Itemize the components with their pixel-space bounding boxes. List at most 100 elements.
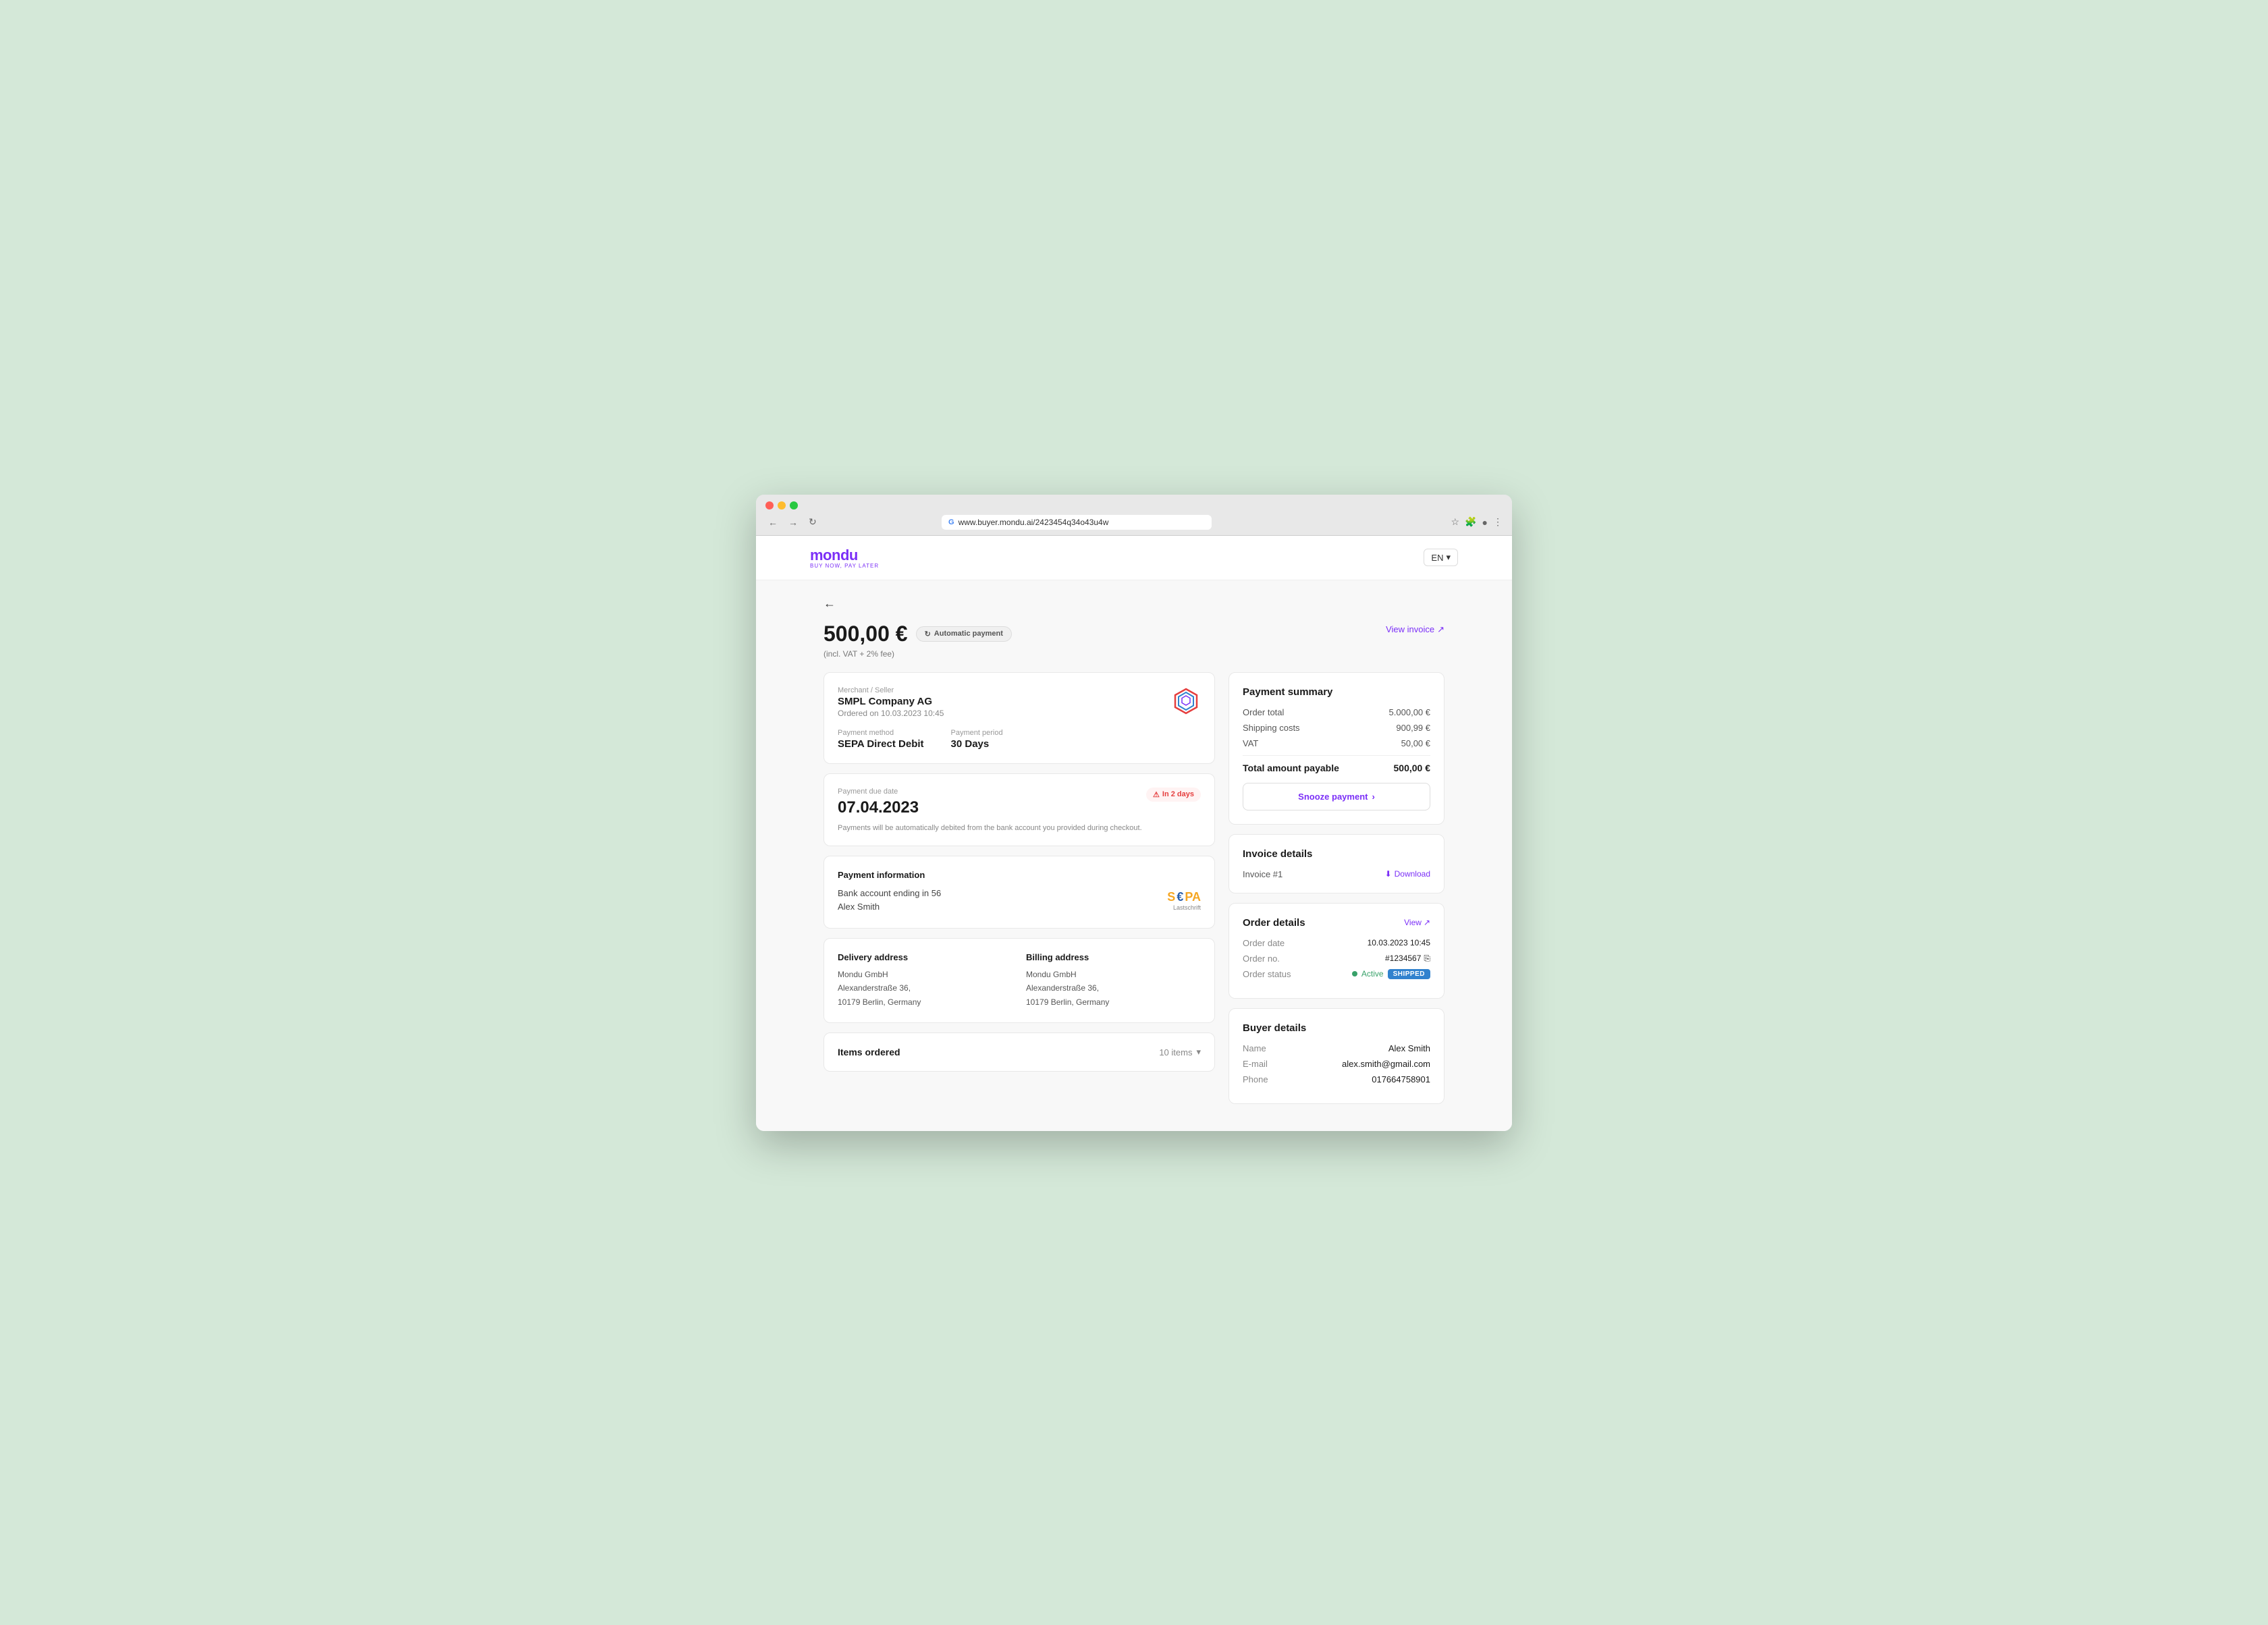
- logo-tagline: BUY NOW, PAY LATER: [810, 563, 879, 569]
- back-button[interactable]: ←: [765, 516, 780, 529]
- order-total-label: Order total: [1243, 707, 1284, 717]
- order-date-label: Order date: [1243, 938, 1285, 948]
- page-content: mondu BUY NOW, PAY LATER EN ▾ ← 500,00 €…: [756, 536, 1512, 1131]
- view-order-link[interactable]: View ↗: [1404, 918, 1430, 927]
- due-note: Payments will be automatically debited f…: [838, 824, 1201, 832]
- buyer-email-row: E-mail alex.smith@gmail.com: [1243, 1059, 1430, 1069]
- menu-icon[interactable]: ⋮: [1493, 516, 1503, 528]
- order-date-row: Order date 10.03.2023 10:45: [1243, 938, 1430, 948]
- profile-icon[interactable]: ●: [1482, 517, 1488, 528]
- delivery-billing-row: Delivery address Mondu GmbHAlexanderstra…: [838, 952, 1201, 1009]
- dot-yellow[interactable]: [778, 501, 786, 509]
- auto-payment-icon: ↻: [925, 630, 931, 638]
- active-label: Active: [1361, 969, 1384, 979]
- sepa-sub: Lastschrift: [1167, 904, 1201, 911]
- site-header: mondu BUY NOW, PAY LATER EN ▾: [756, 536, 1512, 580]
- payment-info-row: Bank account ending in 56 Alex Smith S €…: [838, 887, 1201, 915]
- buyer-name-label: Name: [1243, 1043, 1266, 1053]
- billing-label: Billing address: [1026, 952, 1201, 962]
- bank-info: Bank account ending in 56 Alex Smith: [838, 887, 941, 915]
- download-icon: ⬇: [1385, 869, 1392, 879]
- delivery-text: Mondu GmbHAlexanderstraße 36,10179 Berli…: [838, 968, 1013, 1009]
- due-date: 07.04.2023: [838, 798, 919, 817]
- amount-display: 500,00 € ↻ Automatic payment: [824, 622, 1012, 646]
- buyer-phone-row: Phone 017664758901: [1243, 1074, 1430, 1084]
- buyer-name-value: Alex Smith: [1388, 1043, 1430, 1053]
- download-button[interactable]: ⬇ Download: [1385, 869, 1430, 879]
- download-label: Download: [1395, 869, 1430, 879]
- auto-payment-badge: ↻ Automatic payment: [916, 626, 1012, 642]
- payment-method-row: Payment method SEPA Direct Debit Payment…: [838, 729, 1003, 750]
- merchant-card: Merchant / Seller SMPL Company AG Ordere…: [824, 672, 1215, 764]
- order-date-value: 10.03.2023 10:45: [1368, 938, 1430, 947]
- view-label: View: [1404, 918, 1422, 927]
- order-date: Ordered on 10.03.2023 10:45: [838, 709, 1003, 718]
- status-row: Active SHIPPED: [1352, 969, 1430, 979]
- right-col: Payment summary Order total 5.000,00 € S…: [1228, 672, 1444, 1104]
- items-card[interactable]: Items ordered 10 items ▾: [824, 1032, 1215, 1072]
- order-details-title: Order details: [1243, 917, 1305, 929]
- logo-text: mondu: [810, 547, 879, 564]
- buyer-email-value: alex.smith@gmail.com: [1342, 1059, 1430, 1069]
- sepa-s: S: [1167, 890, 1175, 904]
- items-count: 10 items ▾: [1159, 1047, 1201, 1057]
- total-row: Total amount payable 500,00 €: [1243, 763, 1430, 773]
- billing-address: Billing address Mondu GmbHAlexanderstraß…: [1026, 952, 1201, 1009]
- amount-note: (incl. VAT + 2% fee): [824, 649, 1012, 659]
- payment-info-card: Payment information Bank account ending …: [824, 856, 1215, 929]
- url-text: www.buyer.mondu.ai/2423454q34o43u4w: [959, 518, 1109, 527]
- merchant-info: Merchant / Seller SMPL Company AG Ordere…: [838, 686, 1003, 750]
- payment-info-title: Payment information: [838, 870, 1201, 880]
- address-bar[interactable]: G www.buyer.mondu.ai/2423454q34o43u4w: [942, 515, 1212, 530]
- due-badge: ⚠ In 2 days: [1146, 788, 1201, 802]
- copy-icon[interactable]: ⎘: [1424, 954, 1430, 964]
- payment-method-label: Payment method: [838, 729, 924, 737]
- vat-value: 50,00 €: [1401, 738, 1430, 748]
- amount-value: 500,00 €: [824, 622, 908, 646]
- payment-period-item: Payment period 30 Days: [951, 729, 1003, 750]
- billing-text: Mondu GmbHAlexanderstraße 36,10179 Berli…: [1026, 968, 1201, 1009]
- main-container: ← 500,00 € ↻ Automatic payment (incl. VA…: [810, 580, 1458, 1131]
- back-button[interactable]: ←: [824, 597, 836, 611]
- due-badge-text: In 2 days: [1162, 790, 1194, 798]
- page-header: 500,00 € ↻ Automatic payment (incl. VAT …: [824, 622, 1444, 659]
- merchant-name: SMPL Company AG: [838, 696, 1003, 707]
- reload-button[interactable]: ↻: [806, 515, 819, 529]
- total-label: Total amount payable: [1243, 763, 1339, 773]
- warning-icon: ⚠: [1153, 790, 1160, 799]
- browser-window: ← → ↻ G www.buyer.mondu.ai/2423454q34o43…: [756, 495, 1512, 1131]
- browser-chrome: ← → ↻ G www.buyer.mondu.ai/2423454q34o43…: [756, 495, 1512, 536]
- due-label: Payment due date: [838, 788, 919, 796]
- buyer-details-title: Buyer details: [1243, 1022, 1430, 1034]
- snooze-payment-button[interactable]: Snooze payment ›: [1243, 783, 1430, 810]
- extension-icon[interactable]: 🧩: [1465, 516, 1476, 528]
- invoice-row: Invoice #1 ⬇ Download: [1243, 869, 1430, 879]
- sepa-e: €: [1177, 890, 1183, 904]
- amount-section: 500,00 € ↻ Automatic payment (incl. VAT …: [824, 622, 1012, 659]
- buyer-phone-label: Phone: [1243, 1074, 1268, 1084]
- sepa-pa: PA: [1185, 890, 1201, 904]
- chevron-down-icon: ▾: [1196, 1047, 1201, 1057]
- shipping-label: Shipping costs: [1243, 723, 1300, 733]
- bookmark-icon[interactable]: ☆: [1451, 516, 1460, 528]
- order-total-row: Order total 5.000,00 €: [1243, 707, 1430, 717]
- merchant-logo-icon: [1171, 686, 1201, 719]
- chevron-down-icon: ▾: [1446, 552, 1451, 563]
- dot-red[interactable]: [765, 501, 774, 509]
- view-invoice-link[interactable]: View invoice ↗: [1386, 624, 1444, 635]
- invoice-details-card: Invoice details Invoice #1 ⬇ Download: [1228, 834, 1444, 893]
- google-icon: G: [948, 518, 954, 526]
- order-no-row: Order no. #1234567 ⎘: [1243, 954, 1430, 964]
- dot-green[interactable]: [790, 501, 798, 509]
- view-invoice-label: View invoice: [1386, 624, 1434, 634]
- payment-method-value: SEPA Direct Debit: [838, 738, 924, 750]
- payment-due-header: Payment due date 07.04.2023 ⚠ In 2 days: [838, 788, 1201, 820]
- merchant-label: Merchant / Seller: [838, 686, 1003, 694]
- summary-divider: [1243, 755, 1430, 756]
- chevron-right-icon: ›: [1372, 792, 1374, 802]
- order-no-label: Order no.: [1243, 954, 1280, 964]
- items-label: Items ordered: [838, 1047, 900, 1057]
- addresses-card: Delivery address Mondu GmbHAlexanderstra…: [824, 938, 1215, 1023]
- forward-button[interactable]: →: [786, 516, 801, 529]
- language-selector[interactable]: EN ▾: [1424, 549, 1458, 566]
